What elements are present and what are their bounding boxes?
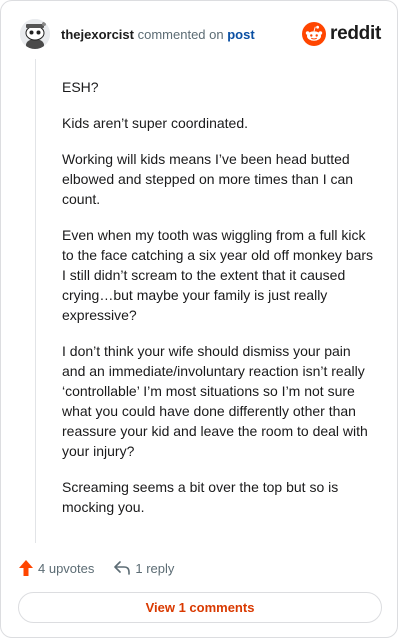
comment-paragraph: Even when my tooth was wiggling from a f… bbox=[62, 227, 374, 323]
action-text: commented on bbox=[137, 26, 224, 42]
snoo-avatar-icon bbox=[20, 19, 50, 49]
comment-actions: 4 upvotes 1 reply bbox=[19, 557, 194, 579]
comment-paragraph: Screaming seems a bit over the top but s… bbox=[62, 479, 339, 515]
comment-paragraph: Kids aren’t super coordinated. bbox=[62, 115, 248, 131]
upvote-count: 4 upvotes bbox=[38, 560, 95, 576]
comment-paragraph: I don’t think your wife should dismiss y… bbox=[62, 343, 368, 459]
avatar[interactable] bbox=[20, 19, 50, 49]
thread-line bbox=[35, 59, 36, 543]
comment-body: ESH? Kids aren’t super coordinated. Work… bbox=[62, 77, 374, 533]
comment-paragraph: Working will kids means I’ve been head b… bbox=[62, 151, 354, 207]
view-comments-button[interactable]: View 1 comments bbox=[18, 592, 382, 623]
username[interactable]: thejexorcist bbox=[61, 27, 134, 42]
reddit-logo-icon bbox=[302, 22, 327, 46]
comment-header: thejexorcist commented on post reddit bbox=[20, 18, 381, 50]
comment-paragraph: ESH? bbox=[62, 79, 99, 95]
post-link[interactable]: post bbox=[227, 27, 254, 42]
brand[interactable]: reddit bbox=[302, 22, 381, 46]
comment-meta: thejexorcist commented on post bbox=[61, 27, 255, 42]
comment-card: thejexorcist commented on post reddit ES… bbox=[0, 0, 398, 638]
reply-button[interactable]: 1 reply bbox=[114, 561, 174, 576]
upvote-button[interactable]: 4 upvotes bbox=[19, 560, 94, 576]
upvote-arrow-icon bbox=[19, 560, 33, 576]
brand-name: reddit bbox=[330, 23, 381, 44]
reply-count: 1 reply bbox=[135, 560, 175, 576]
reply-arrow-icon bbox=[114, 561, 131, 575]
